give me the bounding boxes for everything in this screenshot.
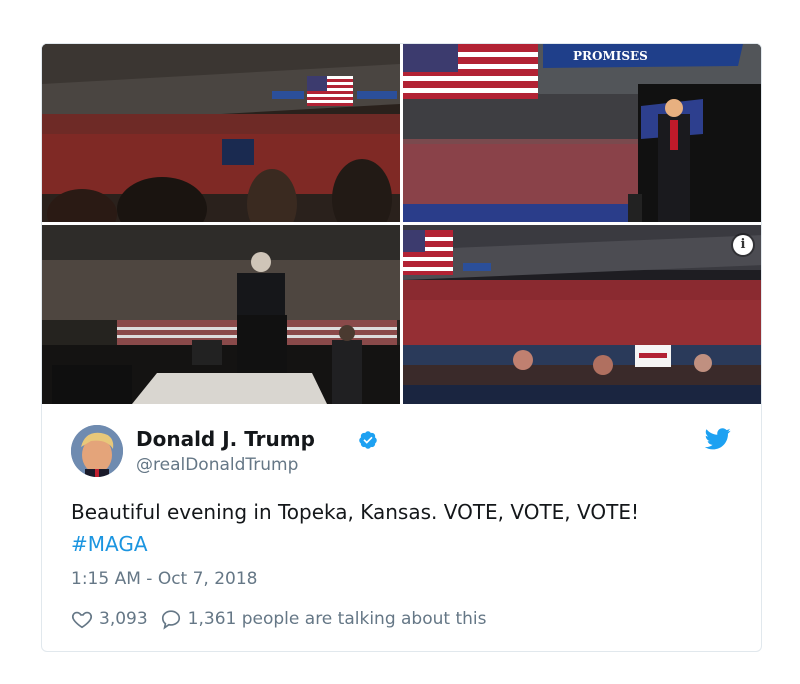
- tweet-text: Beautiful evening in Topeka, Kansas. VOT…: [71, 500, 639, 524]
- like-button[interactable]: 3,093: [71, 608, 148, 630]
- heart-icon: [71, 611, 93, 629]
- author-name[interactable]: Donald J. Trump: [136, 427, 315, 451]
- tweet-timestamp[interactable]: 1:15 AM - Oct 7, 2018: [71, 569, 258, 589]
- like-count: 3,093: [99, 609, 148, 629]
- avatar[interactable]: [71, 425, 123, 477]
- conversation-link[interactable]: 1,361 people are talking about this: [160, 608, 487, 630]
- photo-podium-rear[interactable]: [42, 225, 400, 404]
- talking-count-text: 1,361 people are talking about this: [187, 609, 487, 629]
- embedded-tweet-card[interactable]: PROMISES i Donald J. Trump @realDonaldTr…: [41, 43, 762, 652]
- tweet-actions: 3,093 1,361 people are talking about thi…: [71, 607, 486, 631]
- author-handle[interactable]: @realDonaldTrump: [136, 455, 298, 475]
- photo-stage-speaker[interactable]: PROMISES: [403, 44, 761, 222]
- speech-bubble-icon: [161, 610, 180, 630]
- verified-badge-icon: [359, 431, 377, 449]
- photo-rally-crowd[interactable]: [42, 44, 400, 222]
- twitter-bird-icon[interactable]: [705, 428, 731, 450]
- photo-arena-wide[interactable]: i: [403, 225, 761, 404]
- photo-grid: PROMISES i: [42, 44, 761, 404]
- svg-text:PROMISES: PROMISES: [573, 49, 648, 63]
- hashtag-link[interactable]: #MAGA: [71, 532, 148, 556]
- info-icon[interactable]: i: [733, 235, 753, 255]
